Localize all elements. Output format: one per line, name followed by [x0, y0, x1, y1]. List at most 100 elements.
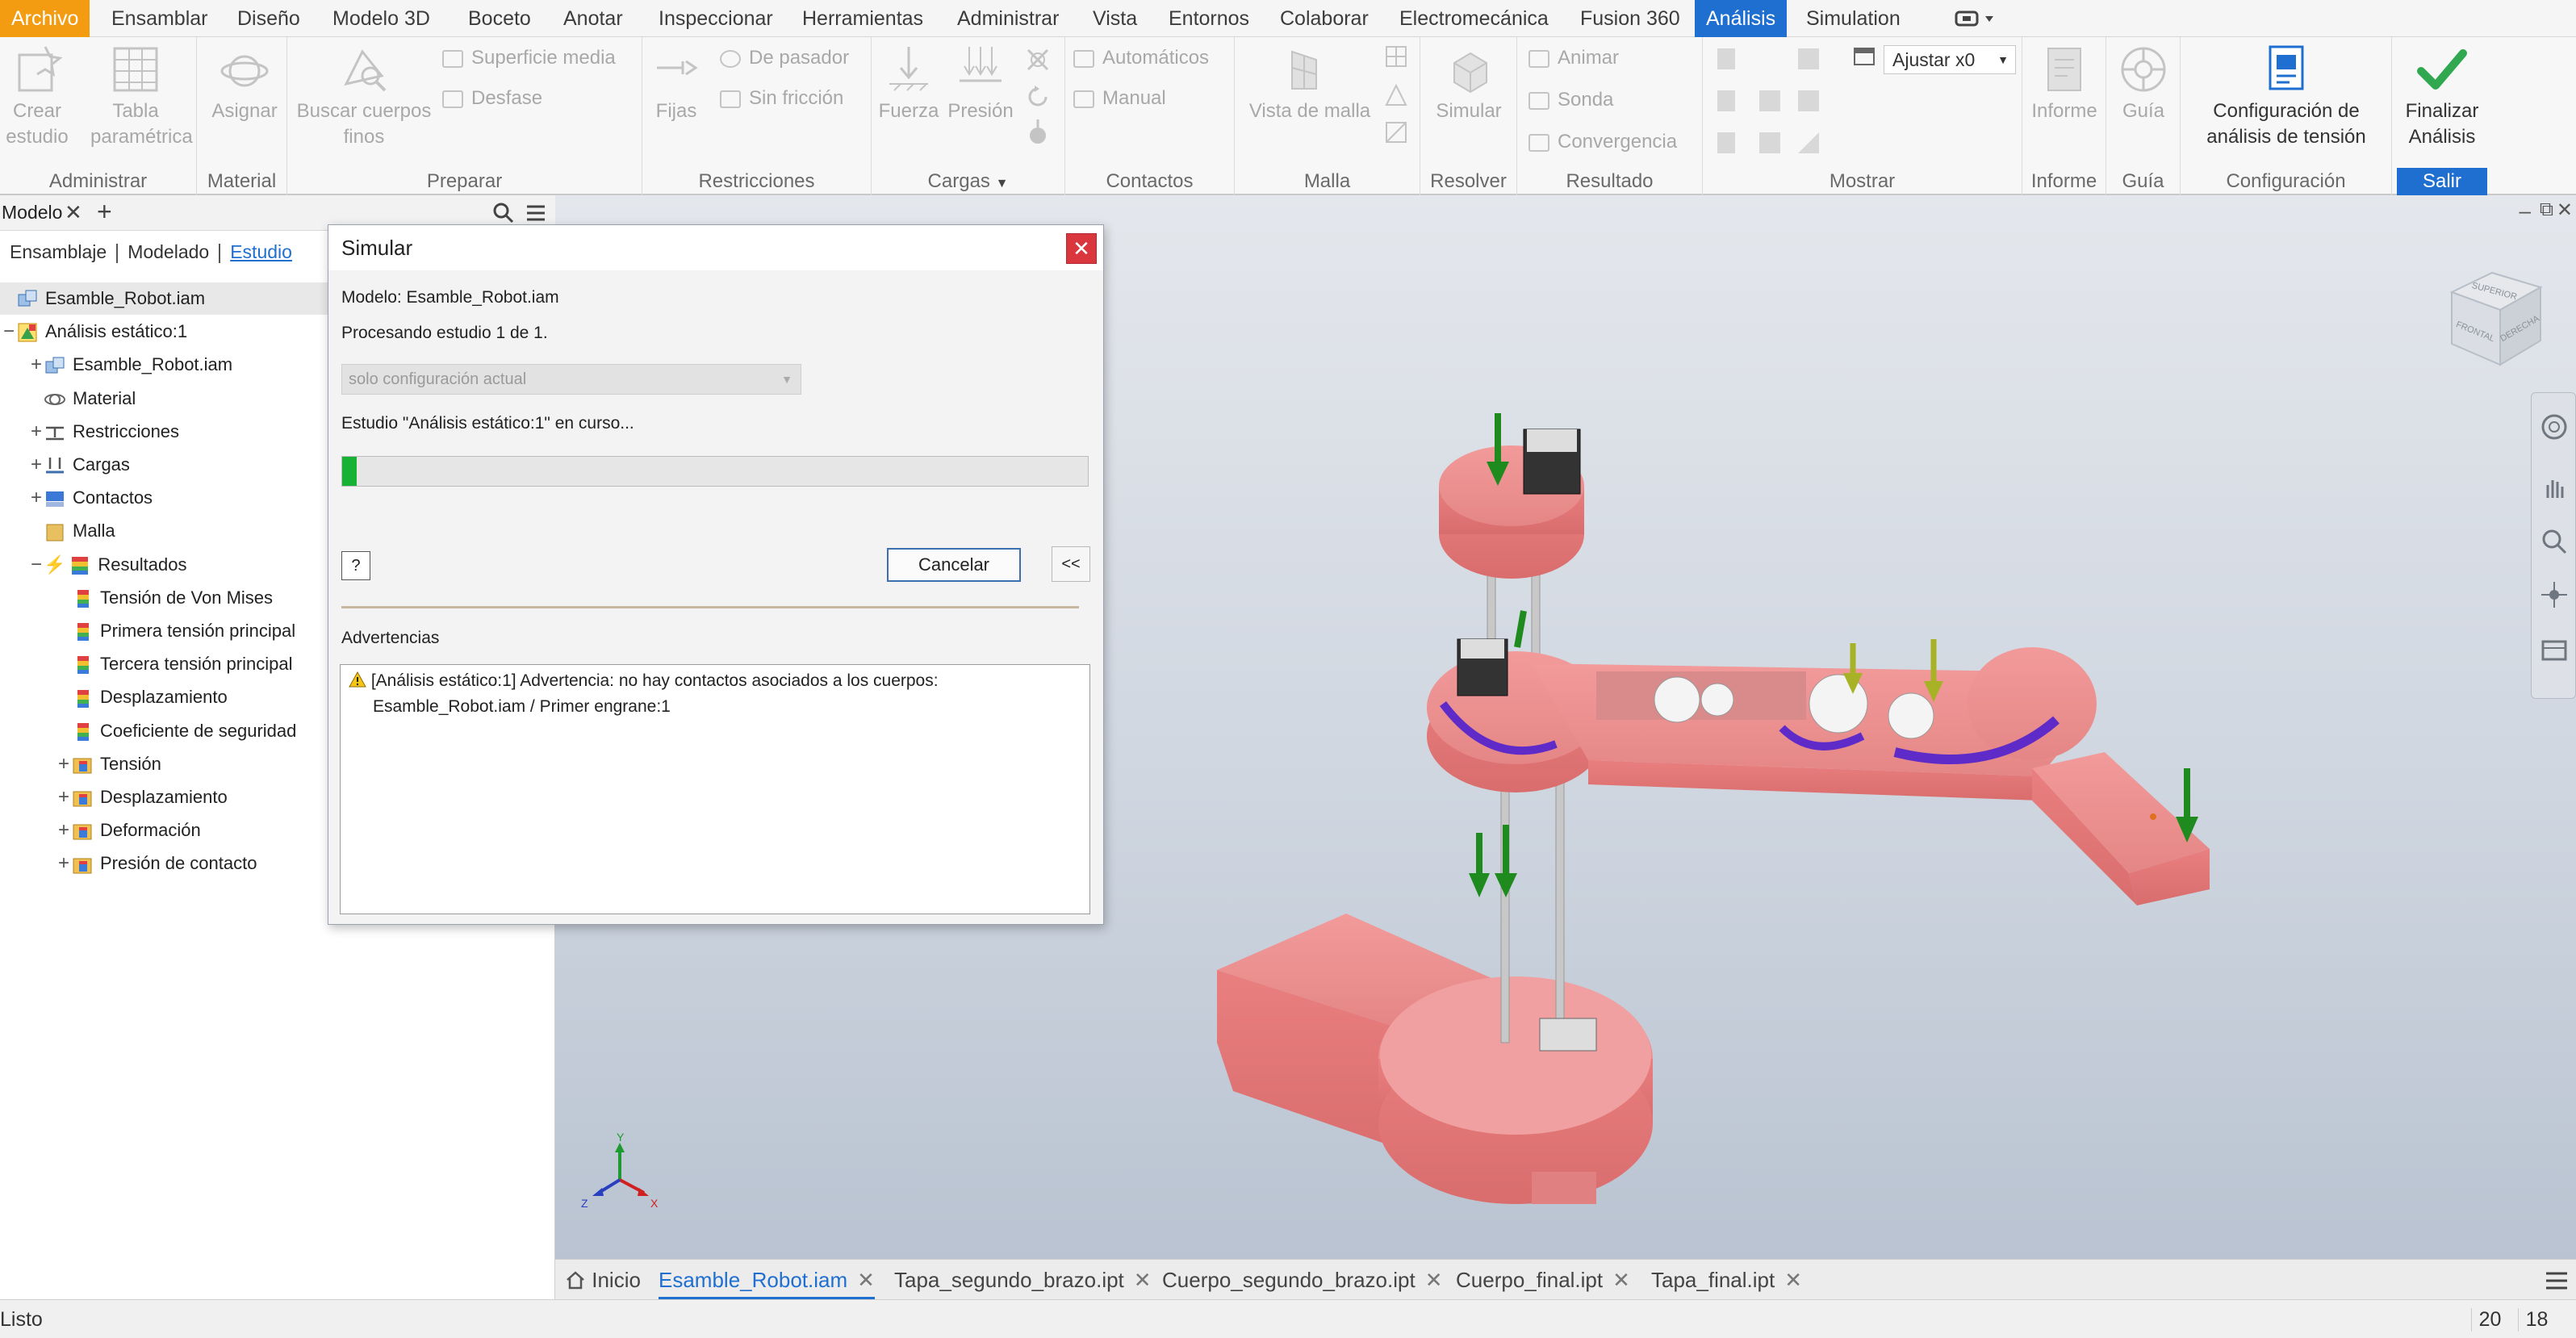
tree-item-label: Tercera tensión principal — [100, 654, 293, 675]
crear-estudio-button[interactable]: Crear estudio — [5, 44, 69, 150]
tab-modelado[interactable]: Modelado — [118, 236, 219, 268]
close-icon[interactable]: ✕ — [1784, 1268, 1802, 1292]
tab-inicio[interactable]: Inicio — [565, 1260, 641, 1300]
menu-icon[interactable] — [525, 202, 547, 224]
tree-item-label: Primera tensión principal — [100, 621, 296, 641]
convergence-mesh-button[interactable] — [1380, 119, 1412, 153]
doc-tab-cuerpo-segundo-brazo[interactable]: Cuerpo_segundo_brazo.ipt ✕ — [1162, 1260, 1442, 1300]
vista-de-malla-button[interactable]: Vista de malla — [1243, 44, 1377, 124]
restore-icon[interactable]: ⧉ — [2540, 199, 2553, 221]
tab-estudio[interactable]: Estudio — [220, 236, 302, 268]
expand-icon[interactable]: + — [29, 449, 44, 481]
quick-access-dropdown[interactable] — [1953, 6, 1998, 31]
close-icon[interactable]: ✕ — [1134, 1268, 1152, 1292]
robot-3d-model[interactable] — [1201, 397, 2411, 1285]
menu-tab-vista[interactable]: Vista — [1081, 0, 1148, 37]
menu-tab-administrar[interactable]: Administrar — [946, 0, 1070, 37]
menu-tab-inspeccionar[interactable]: Inspeccionar — [647, 0, 784, 37]
add-tab-icon[interactable]: + — [97, 197, 112, 227]
expand-icon[interactable]: + — [56, 847, 71, 880]
buscar-cuerpos-finos-button[interactable]: Buscar cuerpos finos — [294, 44, 434, 150]
animar-button[interactable]: Animar — [1528, 45, 1619, 71]
menu-tab-herramientas[interactable]: Herramientas — [791, 0, 935, 37]
search-icon[interactable] — [492, 202, 515, 224]
close-icon[interactable]: ✕ — [65, 200, 82, 225]
doc-tab-esamble-robot[interactable]: Esamble_Robot.iam ✕ — [659, 1260, 875, 1300]
steering-wheel-icon[interactable] — [2540, 412, 2569, 441]
menu-tab-simulation[interactable]: Simulation — [1795, 0, 1912, 37]
expand-icon[interactable]: + — [29, 482, 44, 514]
close-icon[interactable]: ✕ — [2557, 199, 2573, 222]
menu-tab-colaborar[interactable]: Colaborar — [1269, 0, 1380, 37]
menu-tab-entornos[interactable]: Entornos — [1157, 0, 1261, 37]
help-button[interactable]: ? — [341, 551, 370, 580]
manual-button[interactable]: Manual — [1073, 86, 1166, 111]
guia-button[interactable]: Guía — [2111, 44, 2176, 124]
material-icon — [44, 388, 66, 411]
configuracion-analisis-button[interactable]: Configuración de análisis de tensión — [2184, 44, 2389, 150]
expand-icon[interactable]: + — [56, 748, 71, 780]
scale-icon[interactable] — [1851, 44, 1877, 73]
fuerza-button[interactable]: Fuerza — [875, 44, 943, 124]
menu-tab-ensamblar[interactable]: Ensamblar — [100, 0, 220, 37]
pan-hand-icon[interactable] — [2540, 474, 2569, 503]
doc-tab-tapa-final[interactable]: Tapa_final.ipt ✕ — [1651, 1260, 1802, 1300]
ajustar-select[interactable]: Ajustar x0 ▼ — [1884, 45, 2016, 74]
zoom-icon[interactable] — [2540, 527, 2569, 556]
robot-top-disc — [1439, 429, 1584, 579]
look-at-icon[interactable] — [2540, 635, 2569, 664]
doc-tab-tapa-segundo-brazo[interactable]: Tapa_segundo_brazo.ipt ✕ — [894, 1260, 1152, 1300]
expand-icon[interactable]: + — [29, 416, 44, 448]
tab-ensamblaje[interactable]: Ensamblaje — [0, 236, 116, 268]
informe-button[interactable]: Informe — [2027, 44, 2101, 124]
menu-tab-archivo[interactable]: Archivo — [0, 0, 90, 37]
mesh-settings-icon — [1386, 46, 1407, 67]
minimize-icon[interactable]: – — [2520, 199, 2531, 224]
group-label-guia: Guía — [2122, 170, 2164, 192]
fijas-button[interactable]: Fijas — [647, 44, 705, 124]
menu-icon[interactable] — [2544, 1269, 2570, 1292]
dialog-close-button[interactable]: ✕ — [1066, 233, 1097, 264]
sonda-button[interactable]: Sonda — [1528, 87, 1613, 113]
menu-tab-fusion-360[interactable]: Fusion 360 — [1569, 0, 1692, 37]
finalizar-analisis-button[interactable]: Finalizar Análisis — [2395, 44, 2489, 150]
convergencia-button[interactable]: Convergencia — [1528, 129, 1677, 155]
orbit-icon[interactable] — [2540, 580, 2569, 609]
simular-button[interactable]: Simular — [1432, 44, 1506, 124]
doc-tab-cuerpo-final[interactable]: Cuerpo_final.ipt ✕ — [1456, 1260, 1630, 1300]
menu-tab-diseno[interactable]: Diseño — [226, 0, 312, 37]
desfase-button[interactable]: Desfase — [442, 86, 542, 111]
warnings-box[interactable]: [Análisis estático:1] Advertencia: no ha… — [340, 664, 1090, 914]
close-icon[interactable]: ✕ — [1425, 1268, 1443, 1292]
find-thin-bodies-icon — [344, 49, 387, 92]
presion-button[interactable]: Presión — [944, 44, 1017, 124]
asignar-material-button[interactable]: Asignar — [208, 44, 281, 124]
superficie-media-button[interactable]: Superficie media — [442, 45, 616, 71]
close-icon[interactable]: ✕ — [857, 1268, 875, 1292]
close-icon[interactable]: ✕ — [1612, 1268, 1630, 1292]
automaticos-button[interactable]: Automáticos — [1073, 45, 1209, 71]
menu-tab-modelo-3d[interactable]: Modelo 3D — [321, 0, 441, 37]
de-pasador-button[interactable]: De pasador — [720, 45, 849, 71]
expand-icon[interactable]: + — [56, 781, 71, 813]
tabla-parametrica-button[interactable]: Tabla paramétrica — [90, 44, 193, 150]
menu-tab-anotar[interactable]: Anotar — [552, 0, 634, 37]
group-label-cargas[interactable]: Cargas ▼ — [872, 168, 1064, 195]
collapse-icon[interactable]: − — [29, 549, 44, 581]
local-mesh-button[interactable] — [1380, 82, 1412, 115]
configuration-select[interactable]: solo configuración actual ▼ — [341, 364, 801, 395]
menu-tab-boceto[interactable]: Boceto — [457, 0, 542, 37]
collapse-icon[interactable]: − — [2, 316, 16, 348]
cancel-button[interactable]: Cancelar — [887, 548, 1021, 582]
expand-icon[interactable]: + — [56, 814, 71, 847]
collapse-button[interactable]: << — [1052, 546, 1090, 582]
load-extra-button-3[interactable] — [1020, 118, 1056, 154]
load-extra-button-1[interactable] — [1020, 45, 1056, 82]
expand-icon[interactable]: + — [29, 349, 44, 381]
menu-tab-analisis[interactable]: Análisis — [1695, 0, 1788, 37]
load-extra-button-2[interactable] — [1020, 82, 1056, 119]
sin-friccion-button[interactable]: Sin fricción — [720, 86, 843, 111]
menu-tab-electromecanica[interactable]: Electromecánica — [1388, 0, 1560, 37]
view-cube[interactable]: SUPERIOR FRONTAL DERECHA — [2436, 260, 2557, 381]
mesh-settings-button[interactable] — [1380, 44, 1412, 77]
